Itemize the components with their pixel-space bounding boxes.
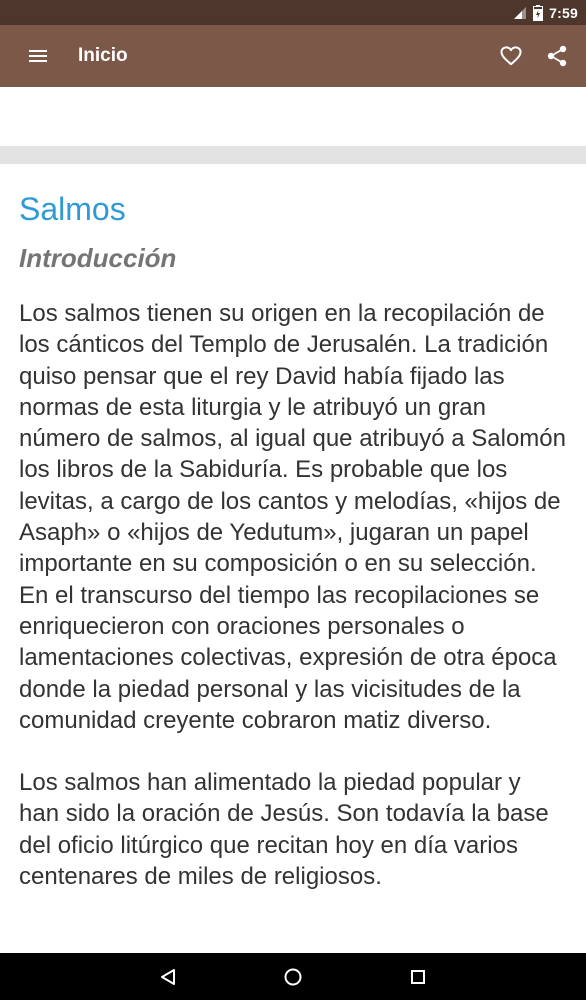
share-icon	[547, 45, 567, 67]
menu-button[interactable]	[8, 25, 68, 87]
screen: 7:59 Inicio Salmos Introducción Los salm…	[0, 0, 586, 1000]
menu-icon	[29, 50, 47, 62]
app-bar: Inicio	[0, 25, 586, 87]
recents-icon	[411, 969, 425, 984]
article-paragraph-2: Los salmos han alimentado la piedad popu…	[19, 769, 549, 891]
battery-icon	[533, 4, 544, 21]
favorite-button[interactable]	[488, 25, 534, 87]
home-icon	[284, 968, 302, 985]
back-button[interactable]	[106, 953, 231, 1000]
section-divider	[0, 146, 586, 164]
article-title: Salmos	[19, 191, 126, 227]
status-bar: 7:59	[0, 0, 586, 25]
app-title: Inicio	[78, 45, 128, 66]
recents-button[interactable]	[356, 953, 481, 1000]
heart-icon	[500, 46, 522, 66]
back-icon	[161, 968, 175, 985]
signal-icon	[513, 6, 527, 20]
article-content[interactable]: Salmos Introducción Los salmos tienen su…	[0, 164, 586, 953]
home-button[interactable]	[231, 953, 356, 1000]
navigation-bar	[0, 953, 586, 1000]
status-time: 7:59	[549, 4, 578, 21]
banner-area	[0, 87, 586, 146]
article-subtitle: Introducción	[19, 243, 177, 273]
article-paragraph-1: Los salmos tienen su origen en la recopi…	[19, 300, 566, 734]
share-button[interactable]	[534, 25, 580, 87]
